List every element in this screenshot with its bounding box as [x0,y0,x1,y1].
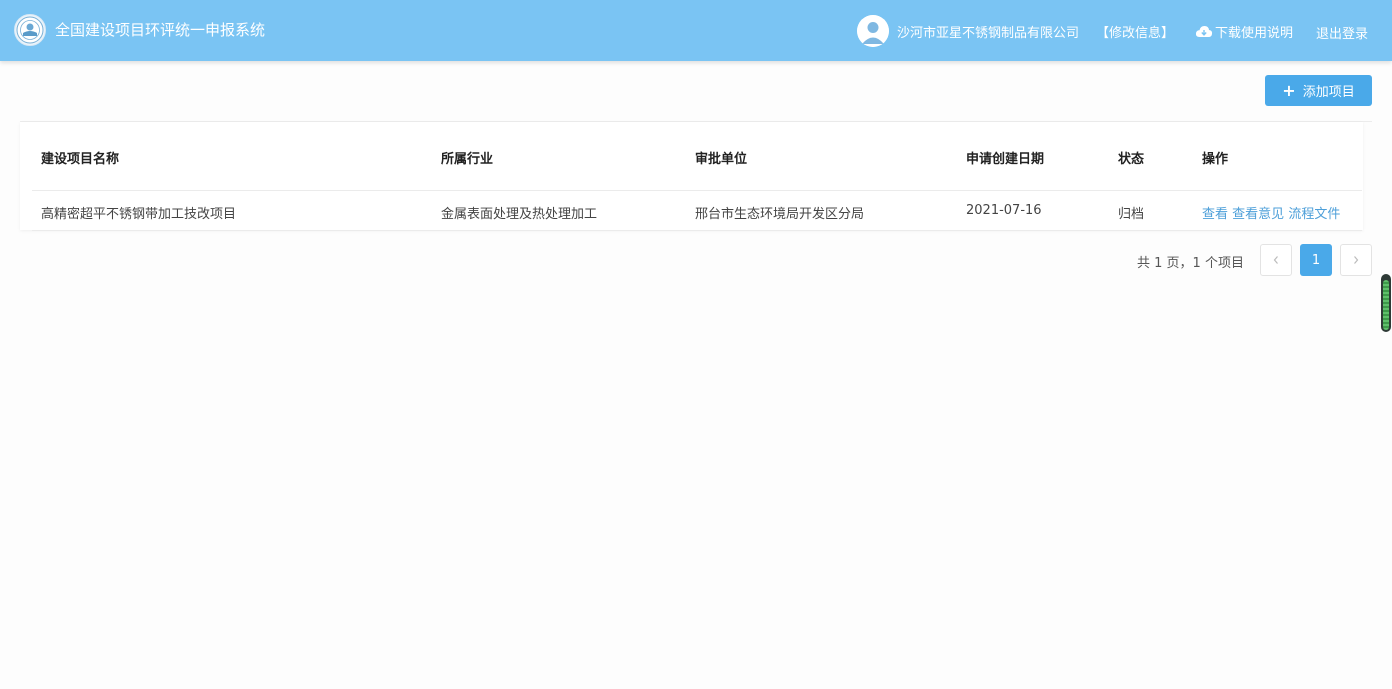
cell-actions: 查看 查看意见 流程文件 [1202,203,1340,222]
header-divider [32,190,1362,191]
plus-icon: + [1282,80,1296,100]
user-avatar-icon[interactable] [857,15,889,47]
view-opinion-link[interactable]: 查看意见 [1232,207,1284,222]
edit-info-link[interactable]: 【修改信息】 [1096,22,1174,41]
cloud-download-icon [1195,26,1213,37]
cell-project-name: 高精密超平不锈钢带加工技改项目 [41,207,237,222]
side-scroll-indicator[interactable] [1381,274,1391,332]
row-divider [32,230,1362,231]
column-header-name: 建设项目名称 [41,152,120,167]
cell-status: 归档 [1118,207,1145,222]
logout-link[interactable]: 退出登录 [1316,23,1368,42]
emblem-logo-icon [14,14,46,46]
next-page-button[interactable] [1340,244,1372,276]
cell-created-date: 2021-07-16 [966,203,1042,218]
company-name: 沙河市亚星不锈钢制品有限公司 [897,26,1080,41]
column-header-industry: 所属行业 [441,152,494,167]
chevron-right-icon [1354,256,1359,264]
add-project-label: 添加项目 [1302,85,1355,100]
chevron-left-icon [1273,256,1278,264]
column-header-actions: 操作 [1202,152,1229,167]
prev-page-button[interactable] [1260,244,1292,276]
column-header-approval-unit: 审批单位 [695,152,748,167]
add-project-button[interactable]: + 添加项目 [1265,75,1372,106]
top-header: 全国建设项目环评统一申报系统 沙河市亚星不锈钢制品有限公司 【修改信息】 下载使… [0,0,1392,61]
process-files-link[interactable]: 流程文件 [1288,207,1340,222]
column-header-created-date: 申请创建日期 [966,152,1045,167]
page-button-current[interactable]: 1 [1300,244,1332,276]
download-manual-label: 下载使用说明 [1215,26,1294,41]
cell-approval-unit: 邢台市生态环境局开发区分局 [695,207,865,222]
column-header-status: 状态 [1118,152,1145,167]
cell-industry: 金属表面处理及热处理加工 [441,207,598,222]
app-title: 全国建设项目环评统一申报系统 [55,21,266,39]
download-manual-link[interactable]: 下载使用说明 [1195,22,1293,41]
pagination-summary: 共 1 页，1 个项目 [1137,256,1244,271]
view-link[interactable]: 查看 [1202,207,1228,222]
